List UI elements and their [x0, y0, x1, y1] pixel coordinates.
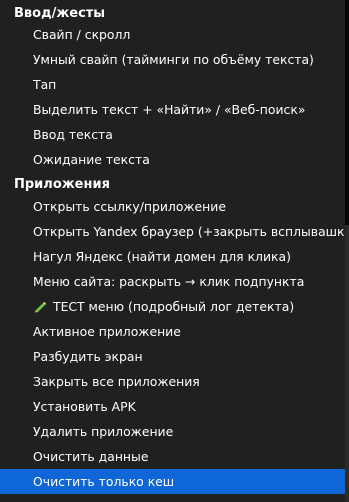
menu-item-clear-cache-only[interactable]: Очистить только кеш	[0, 469, 345, 494]
menu-item-wait-text[interactable]: Ожидание текста	[0, 147, 345, 172]
menu-item-wake-screen[interactable]: Разбудить экран	[0, 344, 345, 369]
menu-item-text-input[interactable]: Ввод текста	[0, 122, 345, 147]
pencil-icon	[34, 301, 47, 313]
menu-item-swipe-scroll[interactable]: Свайп / скролл	[0, 22, 345, 47]
menu-item-site-menu-expand[interactable]: Меню сайта: раскрыть → клик подпункта	[0, 269, 345, 294]
group-header-applications: Приложения	[14, 177, 110, 192]
menu-item-test-menu-label: ТЕСТ меню (подробный лог детекта)	[53, 299, 295, 314]
context-menu: Ввод/жесты Свайп / скролл Умный свайп (т…	[0, 0, 345, 502]
menu-item-close-all-apps[interactable]: Закрыть все приложения	[0, 369, 345, 394]
group-header-input-gestures: Ввод/жесты	[14, 6, 106, 21]
menu-item-clear-data[interactable]: Очистить данные	[0, 444, 345, 469]
menu-item-open-link-app[interactable]: Открыть ссылку/приложение	[0, 194, 345, 219]
menu-item-select-text-search[interactable]: Выделить текст + «Найти» / «Веб-поиск»	[0, 97, 345, 122]
menu-item-open-yandex-browser[interactable]: Открыть Yandex браузер (+закрыть всплыва…	[0, 219, 345, 244]
menu-item-tap[interactable]: Тап	[0, 72, 345, 97]
menu-item-active-app[interactable]: Активное приложение	[0, 319, 345, 344]
menu-item-smart-swipe[interactable]: Умный свайп (тайминги по объёму текста)	[0, 47, 345, 72]
scrollbar-thumb[interactable]	[345, 0, 349, 225]
scrollbar-track[interactable]	[345, 0, 349, 502]
menu-item-yandex-browse[interactable]: Нагул Яндекс (найти домен для клика)	[0, 244, 345, 269]
menu-item-install-apk[interactable]: Установить APK	[0, 394, 345, 419]
menu-item-test-menu[interactable]: ТЕСТ меню (подробный лог детекта)	[0, 294, 345, 319]
menu-item-uninstall-app[interactable]: Удалить приложение	[0, 419, 345, 444]
